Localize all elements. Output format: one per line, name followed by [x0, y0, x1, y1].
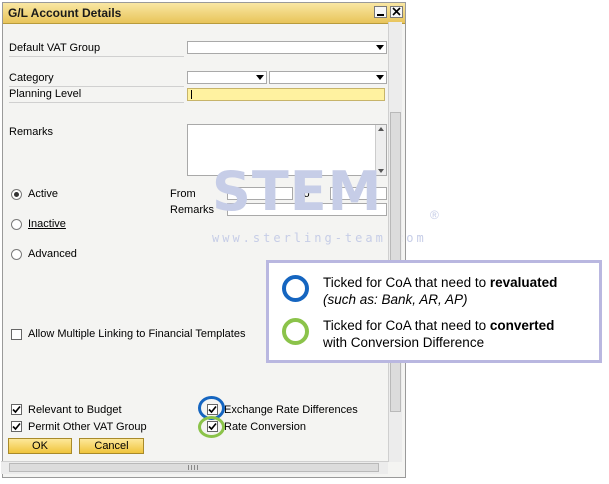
default-vat-group-dropdown[interactable]: [187, 41, 387, 54]
chevron-down-icon: [256, 75, 264, 80]
planning-level-label: Planning Level: [9, 88, 82, 100]
category-dropdown-1[interactable]: [187, 71, 267, 84]
allow-multiple-linking-checkbox[interactable]: [11, 329, 22, 340]
legend-callout: Ticked for CoA that need to revaluated (…: [266, 260, 602, 363]
divider: [9, 86, 184, 87]
minimize-button[interactable]: [374, 6, 387, 18]
text-cursor: [191, 90, 192, 99]
close-icon: [392, 7, 401, 16]
close-button[interactable]: [390, 6, 403, 18]
checkmark-icon: [12, 405, 21, 414]
remarks-label: Remarks: [9, 126, 54, 138]
stem-watermark-logo: STEM: [212, 160, 383, 223]
blue-circle-icon: [282, 275, 309, 302]
permit-other-vat-group-label: Permit Other VAT Group: [28, 421, 147, 433]
active-label: Active: [28, 188, 58, 200]
divider: [9, 56, 184, 57]
vertical-scrollbar[interactable]: [388, 22, 402, 462]
legend-item-converted: Ticked for CoA that need to converted wi…: [323, 318, 555, 350]
cancel-button[interactable]: Cancel: [79, 438, 144, 454]
horizontal-scroll-thumb[interactable]: [9, 463, 379, 472]
green-circle-icon: [282, 318, 309, 345]
inactive-radio[interactable]: [11, 219, 22, 230]
registered-mark: ®: [430, 208, 439, 222]
permit-other-vat-group-checkbox[interactable]: [11, 421, 22, 432]
advanced-label: Advanced: [28, 248, 77, 260]
relevant-to-budget-label: Relevant to Budget: [28, 404, 122, 416]
checkmark-icon: [12, 422, 21, 431]
rate-conversion-label: Rate Conversion: [224, 421, 306, 433]
chevron-down-icon: [376, 45, 384, 50]
category-dropdown-2[interactable]: [269, 71, 387, 84]
advanced-radio[interactable]: [11, 249, 22, 260]
active-radio[interactable]: [11, 189, 22, 200]
horizontal-scrollbar[interactable]: [1, 461, 388, 474]
chevron-down-icon: [376, 75, 384, 80]
category-label: Category: [9, 72, 54, 84]
planning-level-field[interactable]: [187, 88, 385, 101]
title-bar: G/L Account Details: [3, 3, 405, 24]
relevant-to-budget-checkbox[interactable]: [11, 404, 22, 415]
ok-button[interactable]: OK: [8, 438, 72, 454]
exchange-rate-differences-label: Exchange Rate Differences: [224, 404, 358, 416]
grip-icon: [188, 465, 198, 470]
default-vat-group-label: Default VAT Group: [9, 42, 101, 54]
from-label: From: [170, 188, 196, 200]
inactive-label: Inactive: [28, 218, 66, 230]
minimize-icon: [377, 14, 384, 16]
divider: [9, 102, 184, 103]
allow-multiple-linking-label: Allow Multiple Linking to Financial Temp…: [28, 328, 246, 340]
status-remarks-label: Remarks: [170, 204, 215, 216]
green-highlight-ring: [198, 416, 225, 438]
legend-item-revaluated: Ticked for CoA that need to revaluated (…: [323, 275, 558, 307]
window-title: G/L Account Details: [8, 6, 122, 20]
